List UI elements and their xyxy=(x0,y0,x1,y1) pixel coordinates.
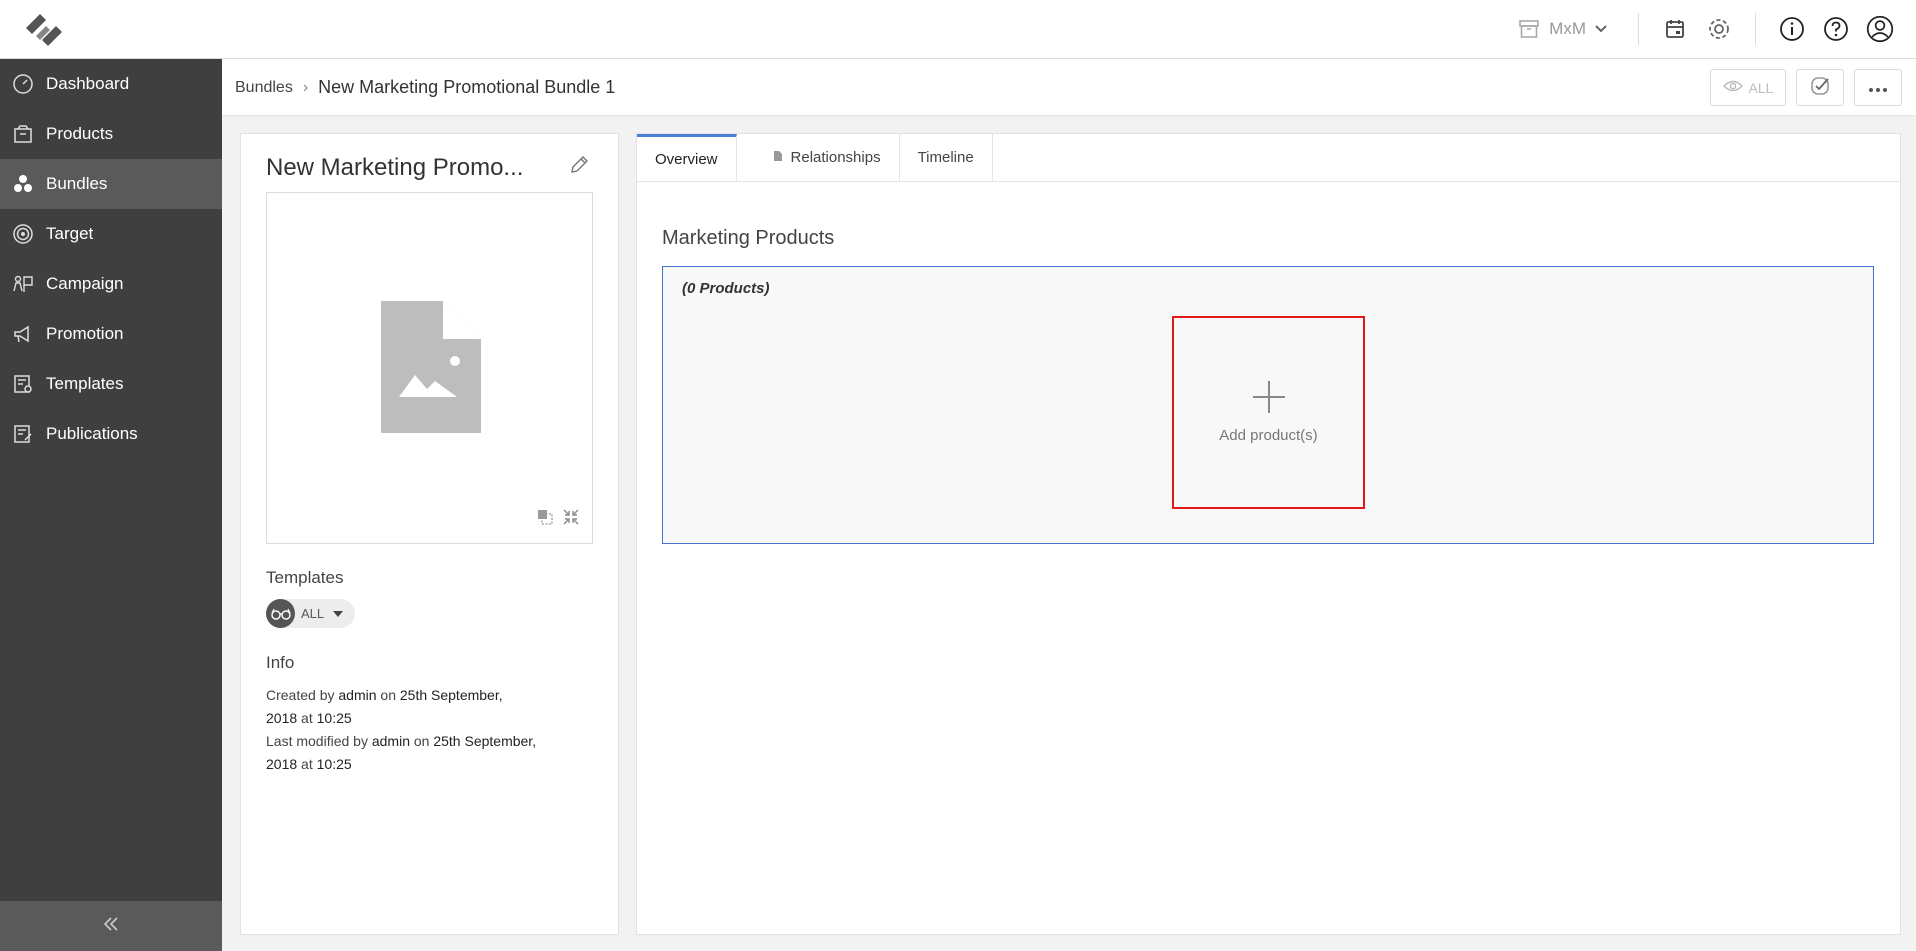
tab-label: Relationships xyxy=(790,149,881,166)
sidebar-item-label: Campaign xyxy=(46,274,124,293)
breadcrumb-bar: Bundles › New Marketing Promotional Bund… xyxy=(222,59,1916,116)
templates-heading: Templates xyxy=(266,568,344,587)
tab-timeline[interactable]: Timeline xyxy=(900,134,993,181)
created-date: 25th September, xyxy=(399,687,503,703)
add-products-button[interactable]: Add product(s) xyxy=(1172,316,1365,509)
sidebar-item-target[interactable]: Target xyxy=(0,209,222,259)
modified-year: 2018 xyxy=(266,756,298,772)
marketing-products-heading: Marketing Products xyxy=(662,227,835,249)
sidebar-item-label: Publications xyxy=(46,424,138,443)
bundle-details-card: New Marketing Promo... Templates ALL Inf… xyxy=(240,133,619,935)
sidebar-item-label: Promotion xyxy=(46,324,124,343)
info-heading: Info xyxy=(266,653,295,672)
created-year: 2018 xyxy=(266,710,298,726)
tab-overview[interactable]: Overview xyxy=(637,134,737,181)
app-logo-icon[interactable] xyxy=(20,10,68,50)
tenant-selector[interactable]: MxM xyxy=(1517,17,1608,41)
speedometer-icon xyxy=(10,71,36,97)
sidebar-item-label: Templates xyxy=(46,374,124,393)
sidebar-item-promotion[interactable]: Promotion xyxy=(0,309,222,359)
product-count: (0 Products) xyxy=(682,280,770,297)
marketing-products-panel: (0 Products) Add product(s) xyxy=(662,266,1874,544)
breadcrumb-separator: › xyxy=(302,78,309,96)
package-icon xyxy=(10,121,36,147)
modified-date: 25th September, xyxy=(433,733,537,749)
created-prefix: Created by xyxy=(266,687,335,703)
publications-icon xyxy=(10,421,36,447)
ellipsis-icon xyxy=(1868,80,1888,96)
chevron-down-icon xyxy=(1594,22,1608,36)
glasses-icon xyxy=(266,599,295,628)
divider xyxy=(1638,13,1639,45)
created-at: at xyxy=(301,710,313,726)
sidebar-item-label: Bundles xyxy=(46,174,108,193)
modified-info: Last modified by admin on 25th September… xyxy=(266,730,586,776)
bundle-title: New Marketing Promo... xyxy=(266,154,524,181)
check-circle-icon xyxy=(1809,75,1831,100)
sidebar-item-templates[interactable]: Templates xyxy=(0,359,222,409)
modified-prefix: Last modified by xyxy=(266,733,368,749)
double-chevron-left-icon xyxy=(102,915,120,938)
view-all-label: ALL xyxy=(1748,79,1774,96)
sidebar-item-label: Dashboard xyxy=(46,74,130,93)
sidebar-item-bundles[interactable]: Bundles xyxy=(0,159,222,209)
campaign-icon xyxy=(10,271,36,297)
breadcrumb: Bundles › New Marketing Promotional Bund… xyxy=(235,77,615,98)
sidebar-item-label: Target xyxy=(46,224,94,243)
pencil-icon[interactable] xyxy=(568,154,592,178)
tab-label: Overview xyxy=(655,150,718,168)
more-options-button[interactable] xyxy=(1854,69,1902,106)
add-products-label: Add product(s) xyxy=(1219,427,1318,444)
compress-icon[interactable] xyxy=(562,508,580,531)
collapse-sidebar-button[interactable] xyxy=(0,901,222,951)
bundle-content-card: Overview Relationships Timeline Marketin… xyxy=(636,133,1901,935)
modified-at: at xyxy=(301,756,313,772)
tab-bar: Overview Relationships Timeline xyxy=(637,134,1900,182)
archive-icon xyxy=(1517,17,1541,41)
tab-label: Timeline xyxy=(917,149,974,166)
tenant-label: MxM xyxy=(1549,19,1586,38)
gear-icon[interactable] xyxy=(1705,15,1733,43)
megaphone-icon xyxy=(10,321,36,347)
created-info: Created by admin on 25th September, 2018… xyxy=(266,684,586,730)
created-time: 10:25 xyxy=(316,710,352,726)
user-avatar-icon[interactable] xyxy=(1866,15,1894,43)
approve-button[interactable] xyxy=(1796,69,1844,106)
templates-icon xyxy=(10,371,36,397)
created-on: on xyxy=(380,687,396,703)
modified-user: admin xyxy=(371,733,410,749)
image-placeholder-icon xyxy=(381,301,481,438)
target-icon xyxy=(10,221,36,247)
top-bar: MxM xyxy=(0,0,1916,59)
view-all-button[interactable]: ALL xyxy=(1710,69,1786,106)
sidebar: Dashboard Products Bundles Target Campai… xyxy=(0,59,222,951)
eye-icon xyxy=(1722,79,1743,96)
divider xyxy=(1755,13,1756,45)
info-icon[interactable] xyxy=(1778,15,1806,43)
sidebar-item-campaign[interactable]: Campaign xyxy=(0,259,222,309)
modified-on: on xyxy=(413,733,430,749)
replace-image-icon[interactable] xyxy=(536,508,554,531)
templates-value: ALL xyxy=(301,606,325,621)
help-icon[interactable] xyxy=(1822,15,1850,43)
document-icon xyxy=(773,149,783,166)
tab-relationships[interactable]: Relationships xyxy=(737,134,900,181)
calendar-icon[interactable] xyxy=(1661,15,1689,43)
image-drop-area[interactable] xyxy=(266,192,593,544)
sidebar-item-label: Products xyxy=(46,124,114,143)
templates-selector[interactable]: ALL xyxy=(266,599,355,628)
sidebar-item-dashboard[interactable]: Dashboard xyxy=(0,59,222,109)
plus-icon xyxy=(1252,381,1285,413)
sidebar-item-publications[interactable]: Publications xyxy=(0,409,222,459)
modified-time: 10:25 xyxy=(316,756,352,772)
bundles-icon xyxy=(10,171,36,197)
caret-down-icon xyxy=(333,610,344,617)
created-user: admin xyxy=(338,687,377,703)
sidebar-item-products[interactable]: Products xyxy=(0,109,222,159)
page-title: New Marketing Promotional Bundle 1 xyxy=(318,77,616,97)
breadcrumb-bundles-link[interactable]: Bundles xyxy=(235,79,293,97)
